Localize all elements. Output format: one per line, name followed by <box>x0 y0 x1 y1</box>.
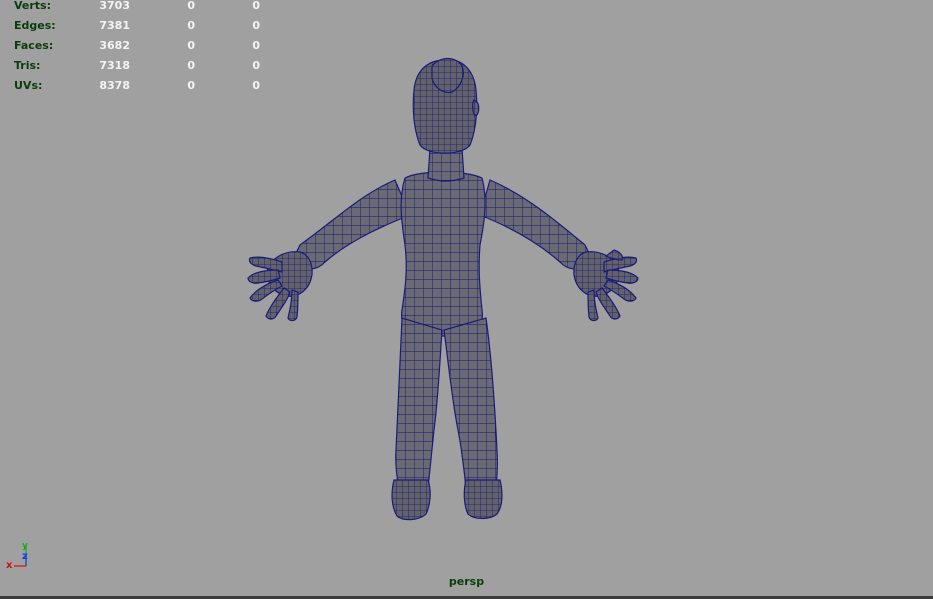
right-hand <box>573 249 639 322</box>
x-axis-label: x <box>6 560 13 571</box>
right-leg <box>443 317 499 489</box>
y-axis-label: y <box>22 541 28 551</box>
camera-name-label: persp <box>448 575 485 588</box>
perspective-viewport[interactable]: Verts: 3703 0 0 Edges: 7381 0 0 Faces: 3… <box>0 0 933 596</box>
left-arm <box>289 179 411 270</box>
axis-gizmo: x y z <box>6 541 28 571</box>
right-foot <box>463 479 503 520</box>
right-arm <box>479 179 596 270</box>
torso <box>400 171 486 337</box>
character-mesh[interactable] <box>0 0 933 596</box>
left-leg <box>395 317 443 489</box>
hair-tuft <box>431 57 464 93</box>
z-axis-label: z <box>22 551 28 562</box>
ear <box>472 99 480 117</box>
left-foot <box>391 479 431 521</box>
left-hand <box>247 251 313 322</box>
